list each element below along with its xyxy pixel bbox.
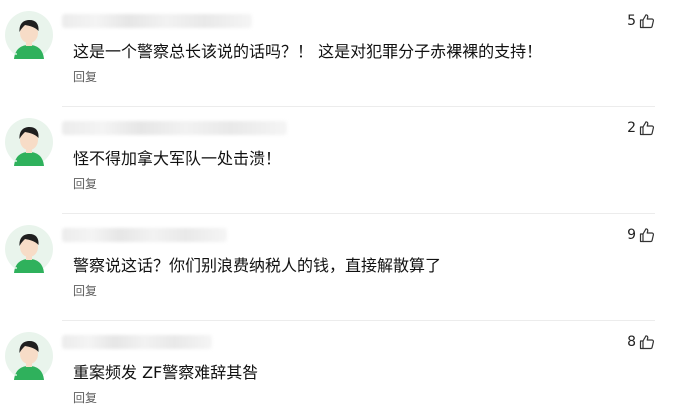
comment-list: 5 这是一个警察总长该说的话吗？！ 这是对犯罪分子赤裸裸的支持！ 回复 2 怪不… — [0, 0, 677, 408]
username-redacted — [62, 335, 212, 349]
like-button[interactable]: 9 — [627, 226, 655, 244]
thumbs-up-icon — [639, 227, 655, 243]
comment-item: 2 怪不得加拿大军队一处击溃！ 回复 — [0, 107, 677, 214]
comment-text: 重案频发 ZF警察难辞其咎 — [73, 363, 259, 382]
avatar[interactable] — [5, 332, 53, 380]
reply-button[interactable]: 回复 — [73, 70, 97, 84]
avatar[interactable] — [5, 225, 53, 273]
reply-button[interactable]: 回复 — [73, 284, 97, 298]
comment-text: 怪不得加拿大军队一处击溃！ — [73, 149, 282, 168]
avatar[interactable] — [5, 11, 53, 59]
reply-button[interactable]: 回复 — [73, 391, 97, 405]
thumbs-up-icon — [639, 334, 655, 350]
person-avatar-icon — [5, 11, 53, 59]
like-button[interactable]: 8 — [627, 333, 655, 351]
comment-text: 警察说这话？你们别浪费纳税人的钱，直接解散算了 — [73, 256, 442, 275]
like-count: 5 — [627, 13, 636, 29]
like-button[interactable]: 2 — [627, 119, 655, 137]
person-avatar-icon — [5, 118, 53, 166]
thumbs-up-icon — [639, 120, 655, 136]
username-redacted — [62, 121, 287, 135]
comment-text: 这是一个警察总长该说的话吗？！ 这是对犯罪分子赤裸裸的支持！ — [73, 42, 543, 61]
avatar[interactable] — [5, 118, 53, 166]
comment-item: 8 重案频发 ZF警察难辞其咎 回复 — [0, 321, 677, 408]
reply-button[interactable]: 回复 — [73, 177, 97, 191]
username-redacted — [62, 228, 227, 242]
person-avatar-icon — [5, 225, 53, 273]
comment-item: 5 这是一个警察总长该说的话吗？！ 这是对犯罪分子赤裸裸的支持！ 回复 — [0, 0, 677, 107]
like-count: 9 — [627, 227, 636, 243]
username-redacted — [62, 14, 252, 28]
thumbs-up-icon — [639, 13, 655, 29]
like-count: 8 — [627, 334, 636, 350]
person-avatar-icon — [5, 332, 53, 380]
comment-item: 9 警察说这话？你们别浪费纳税人的钱，直接解散算了 回复 — [0, 214, 677, 321]
like-button[interactable]: 5 — [627, 12, 655, 30]
like-count: 2 — [627, 120, 636, 136]
